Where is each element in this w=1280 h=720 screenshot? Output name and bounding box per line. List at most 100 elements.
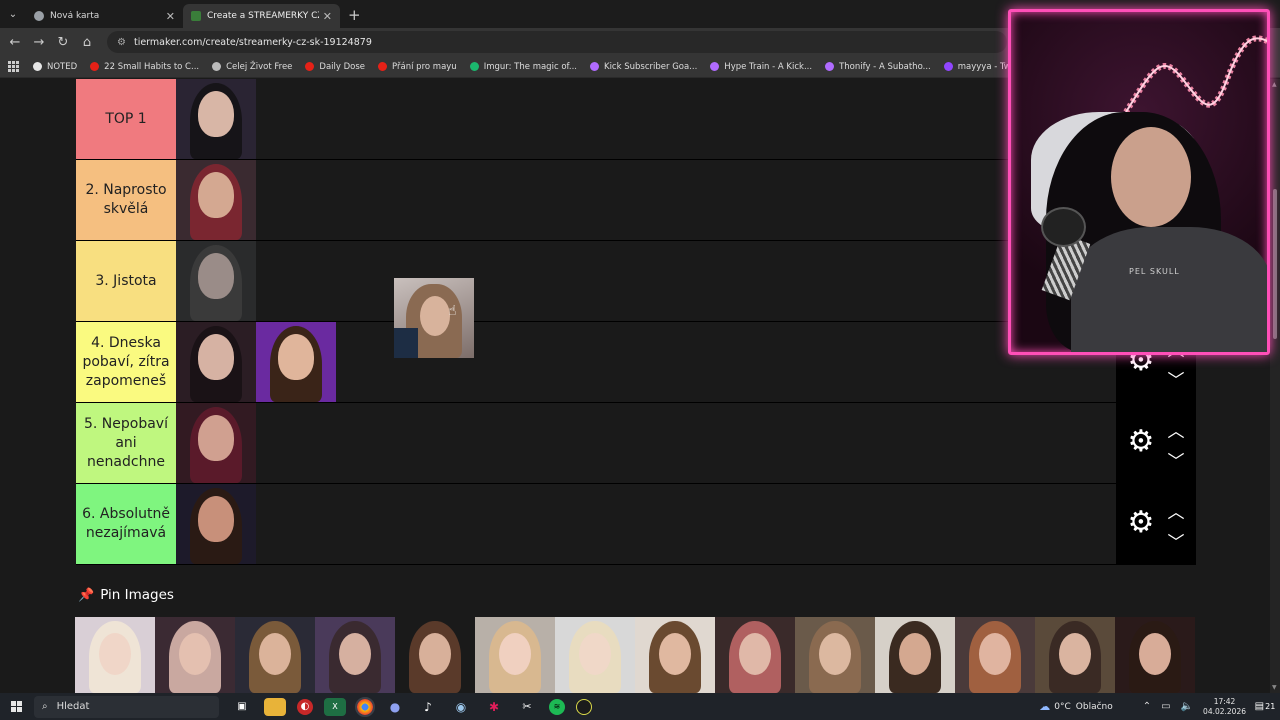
bookmark-item[interactable]: Thonify - A Subatho...	[825, 62, 931, 72]
pool-streamer-image[interactable]	[635, 617, 715, 693]
pool-streamer-image[interactable]	[1115, 617, 1195, 693]
pool-streamer-image[interactable]	[875, 617, 955, 693]
chevron-down-icon[interactable]: ﹀	[1164, 447, 1188, 472]
task-view-icon[interactable]: ▣	[231, 698, 253, 716]
weather-widget[interactable]: ☁ 0°C Oblačno	[1039, 700, 1113, 713]
tier-drop-zone[interactable]	[176, 241, 1116, 321]
scroll-up-icon[interactable]: ▲	[1272, 81, 1277, 88]
slack-icon[interactable]: ✱	[483, 698, 505, 716]
tier-label[interactable]: 2. Naprosto skvělá	[76, 160, 176, 240]
pin-images-heading: 📌 Pin Images	[78, 587, 174, 603]
image-pool	[75, 617, 1195, 693]
tier-drop-zone[interactable]	[176, 160, 1116, 240]
temperature: 0°C	[1054, 701, 1071, 712]
chevron-up-icon[interactable]: ︿	[1164, 498, 1188, 523]
streamer-image[interactable]	[176, 403, 256, 483]
bookmark-item[interactable]: Imgur: The magic of...	[469, 62, 577, 72]
pool-streamer-image[interactable]	[955, 617, 1035, 693]
tab-tiermaker[interactable]: Create a STREAMERKY CZ/SK Tier List ✕	[183, 4, 340, 28]
tray-overflow-icon[interactable]: ⌃	[1143, 701, 1151, 712]
tab-title: Nová karta	[50, 11, 100, 21]
bookmark-item[interactable]: Daily Dose	[305, 62, 365, 72]
tier-label[interactable]: 5. Nepobaví ani nenadchne	[76, 403, 176, 483]
tab-search-icon[interactable]: ⌄	[0, 0, 26, 28]
spotify-icon[interactable]: ≋	[549, 698, 565, 715]
streamer-image[interactable]	[176, 241, 256, 321]
chevron-down-icon[interactable]: ﹀	[1164, 366, 1188, 391]
pool-streamer-image[interactable]	[795, 617, 875, 693]
search-placeholder: Hledat	[56, 701, 90, 712]
excel-icon[interactable]: X	[324, 697, 346, 716]
bookmark-favicon-icon	[590, 62, 599, 71]
pool-streamer-image[interactable]	[555, 617, 635, 693]
apps-icon[interactable]	[8, 61, 19, 72]
taskbar-search[interactable]: ⌕ Hledat	[34, 695, 219, 718]
scroll-down-icon[interactable]: ▼	[1272, 684, 1277, 691]
windows-start-icon[interactable]	[0, 701, 32, 712]
language-icon[interactable]: ▭	[1161, 701, 1170, 712]
bookmark-item[interactable]: Celej Život Free	[212, 62, 292, 72]
pool-streamer-image[interactable]	[1035, 617, 1115, 693]
bookmark-item[interactable]: Přání pro mayu	[378, 62, 457, 72]
bookmark-item[interactable]: NOTED	[33, 62, 77, 72]
notification-icon[interactable]: ▤ 21	[1254, 698, 1276, 716]
pool-streamer-image[interactable]	[395, 617, 475, 693]
xbox-icon[interactable]	[576, 698, 592, 715]
pool-streamer-image[interactable]	[235, 617, 315, 693]
address-bar[interactable]: ⚙ tiermaker.com/create/streamerky-cz-sk-…	[107, 31, 1007, 53]
streamer-image[interactable]	[176, 484, 256, 564]
tab-new[interactable]: Nová karta ✕	[26, 4, 183, 28]
capcut-icon[interactable]: ✂	[516, 698, 538, 716]
tier-drop-zone[interactable]	[176, 484, 1116, 564]
tier-label[interactable]: 3. Jistota	[76, 241, 176, 321]
hand-cursor-icon: ☝	[448, 303, 457, 319]
tiktok-icon[interactable]: ♪	[417, 698, 439, 716]
home-icon[interactable]: ⌂	[75, 35, 99, 50]
site-info-icon[interactable]: ⚙	[117, 37, 126, 48]
neon-lights	[1123, 35, 1267, 114]
steam-icon[interactable]: ◉	[450, 698, 472, 716]
tier-drop-zone[interactable]	[176, 322, 1116, 402]
streamer-image[interactable]	[256, 322, 336, 402]
reload-icon[interactable]: ↻	[51, 35, 75, 50]
overwolf-icon[interactable]: ◐	[297, 698, 313, 715]
dragged-streamer-image[interactable]	[394, 278, 474, 358]
close-icon[interactable]: ✕	[166, 10, 175, 23]
pool-streamer-image[interactable]	[75, 617, 155, 693]
streamer-image[interactable]	[176, 160, 256, 240]
streamer-image[interactable]	[176, 79, 256, 159]
tier-drop-zone[interactable]	[176, 403, 1116, 483]
arrow-right-icon[interactable]: →	[27, 35, 51, 50]
bookmark-item[interactable]: Hype Train - A Kick...	[710, 62, 812, 72]
arrow-left-icon[interactable]: ←	[3, 35, 27, 50]
bookmark-favicon-icon	[710, 62, 720, 71]
bookmark-item[interactable]: Kick Subscriber Goa...	[590, 62, 697, 72]
tier-label[interactable]: TOP 1	[76, 79, 176, 159]
speaker-icon[interactable]: 🔈	[1181, 701, 1193, 712]
tier-drop-zone[interactable]	[176, 79, 1116, 159]
pool-streamer-image[interactable]	[315, 617, 395, 693]
streamer-face	[1111, 127, 1191, 227]
gear-icon[interactable]: ⚙	[1126, 508, 1156, 538]
discord-icon[interactable]: ●	[384, 698, 406, 716]
gear-icon[interactable]: ⚙	[1126, 427, 1156, 457]
bookmark-item[interactable]: 22 Small Habits to C...	[90, 62, 199, 72]
chrome-icon[interactable]	[355, 696, 375, 717]
page-scrollbar[interactable]: ▲ ▼	[1270, 79, 1280, 693]
tier-label[interactable]: 4. Dneska pobaví, zítra zapomeneš	[76, 322, 176, 402]
bookmark-label: Celej Život Free	[226, 61, 293, 72]
pushpin-icon: 📌	[78, 587, 95, 603]
tier-label[interactable]: 6. Absolutně nezajímavá	[76, 484, 176, 564]
chevron-down-icon[interactable]: ﹀	[1164, 528, 1188, 553]
pool-streamer-image[interactable]	[475, 617, 555, 693]
clock[interactable]: 17:42 04.02.2026	[1203, 697, 1246, 717]
pool-streamer-image[interactable]	[155, 617, 235, 693]
streamer-image[interactable]	[176, 322, 256, 402]
close-icon[interactable]: ✕	[323, 10, 332, 23]
pool-streamer-image[interactable]	[715, 617, 795, 693]
new-tab-button[interactable]: +	[340, 6, 369, 28]
tier-row: 5. Nepobaví ani nenadchne ⚙ ︿ ﹀	[76, 403, 1196, 484]
chevron-up-icon[interactable]: ︿	[1164, 417, 1188, 442]
scrollbar-thumb[interactable]	[1273, 189, 1277, 339]
file-explorer-icon[interactable]	[264, 697, 286, 716]
